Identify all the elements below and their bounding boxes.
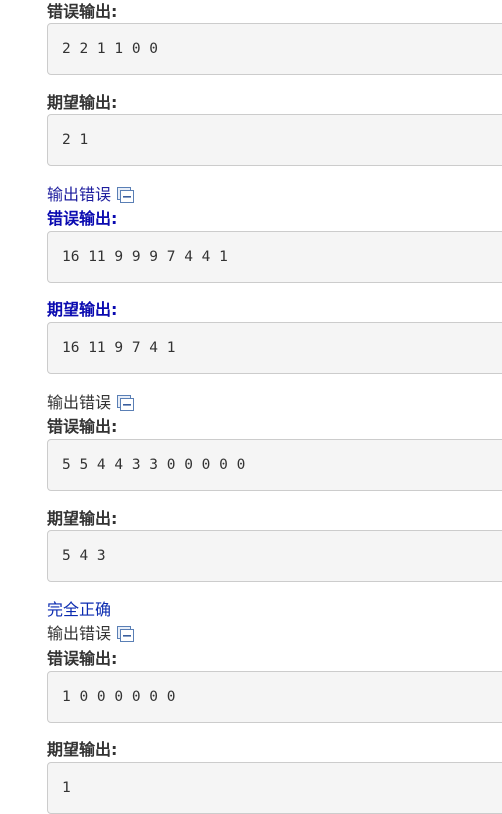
status-text: 输出错误 (47, 185, 112, 204)
wrong-output-label: 错误输出: (47, 208, 131, 230)
wrong-output-label: 错误输出: (47, 1, 131, 23)
expected-output-label: 期望输出: (47, 508, 131, 530)
collapse-icon[interactable] (117, 187, 135, 203)
wrong-output-box: 5 5 4 4 3 3 0 0 0 0 0 (47, 439, 502, 491)
expected-output-label: 期望输出: (47, 739, 131, 761)
status-output-error[interactable]: 输出错误 (47, 392, 135, 414)
collapse-icon[interactable] (117, 626, 135, 642)
wrong-output-box: 1 0 0 0 0 0 0 (47, 671, 502, 723)
expected-output-box: 1 (47, 762, 502, 814)
status-output-error[interactable]: 输出错误 (47, 623, 135, 645)
status-output-error[interactable]: 输出错误 (47, 184, 135, 206)
wrong-output-label: 错误输出: (47, 648, 131, 670)
wrong-output-box: 2 2 1 1 0 0 (47, 23, 502, 75)
status-text: 输出错误 (47, 393, 112, 412)
status-text: 输出错误 (47, 624, 112, 643)
expected-output-label: 期望输出: (47, 299, 131, 321)
expected-output-box: 5 4 3 (47, 530, 502, 582)
expected-output-box: 2 1 (47, 114, 502, 166)
status-all-correct[interactable]: 完全正确 (47, 599, 111, 621)
expected-output-label: 期望输出: (47, 92, 131, 114)
collapse-icon[interactable] (117, 395, 135, 411)
wrong-output-label: 错误输出: (47, 416, 131, 438)
wrong-output-box: 16 11 9 9 9 7 4 4 1 (47, 231, 502, 283)
expected-output-box: 16 11 9 7 4 1 (47, 322, 502, 374)
